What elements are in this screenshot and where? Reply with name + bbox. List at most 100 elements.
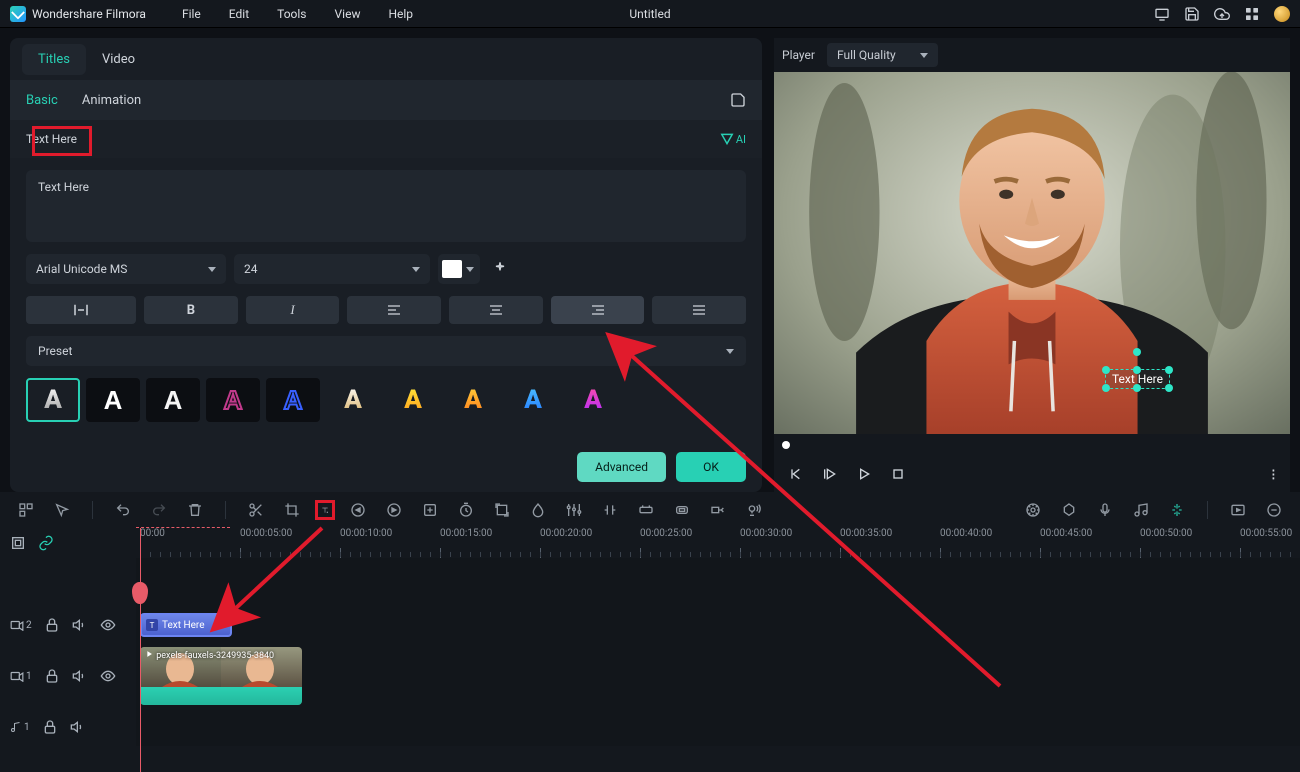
text-section-label: Text Here xyxy=(26,132,77,146)
visibility-icon[interactable] xyxy=(100,668,116,684)
bold-button[interactable]: B xyxy=(144,296,238,324)
layout-icon[interactable] xyxy=(16,500,36,520)
player-settings-icon[interactable]: ⁝ xyxy=(1271,465,1276,484)
preset-style-9[interactable]: A xyxy=(566,378,620,422)
preset-style-0[interactable]: A xyxy=(26,378,80,422)
undo-icon[interactable] xyxy=(113,500,133,520)
advanced-button[interactable]: Advanced xyxy=(577,452,666,482)
mixer-icon[interactable] xyxy=(1023,500,1043,520)
color-swatch xyxy=(442,260,462,278)
app-logo-icon xyxy=(10,6,26,22)
menu-tools[interactable]: Tools xyxy=(277,7,306,21)
keyframe-tool-icon[interactable] xyxy=(600,500,620,520)
track-collapse-icon[interactable] xyxy=(10,535,26,551)
font-family-select[interactable]: Arial Unicode MS xyxy=(26,254,226,284)
crop-zoom-icon[interactable] xyxy=(492,500,512,520)
play-pause-icon[interactable] xyxy=(822,466,838,482)
mute-icon[interactable] xyxy=(72,668,88,684)
chevron-down-icon xyxy=(920,53,928,58)
quality-select[interactable]: Full Quality xyxy=(827,43,938,67)
preset-style-5[interactable]: A xyxy=(326,378,380,422)
subtab-basic[interactable]: Basic xyxy=(26,93,58,108)
player-scrubber[interactable] xyxy=(774,434,1290,456)
cursor-icon[interactable] xyxy=(52,500,72,520)
text-overlay[interactable]: Text Here xyxy=(1105,369,1170,389)
user-avatar[interactable] xyxy=(1274,6,1290,22)
preset-style-6[interactable]: A xyxy=(386,378,440,422)
video-clip[interactable]: pexels-fauxels-3249935-3840 xyxy=(140,647,302,705)
ok-button[interactable]: OK xyxy=(676,452,746,482)
apps-icon[interactable] xyxy=(1244,6,1260,22)
screen-icon[interactable] xyxy=(1154,6,1170,22)
mute-icon[interactable] xyxy=(72,617,88,633)
title-text-input[interactable]: Text Here xyxy=(26,170,746,242)
voiceover-icon[interactable] xyxy=(744,500,764,520)
video-track-2-icon: 2 xyxy=(10,619,32,631)
zoom-out-icon[interactable] xyxy=(1264,500,1284,520)
preset-style-4[interactable]: A xyxy=(266,378,320,422)
crop-icon[interactable] xyxy=(282,500,302,520)
color-icon[interactable] xyxy=(528,500,548,520)
preset-style-7[interactable]: A xyxy=(446,378,500,422)
stop-icon[interactable] xyxy=(890,466,906,482)
play-icon[interactable] xyxy=(856,466,872,482)
save-icon[interactable] xyxy=(1184,6,1200,22)
preset-style-3[interactable]: A xyxy=(206,378,260,422)
font-size-select[interactable]: 24 xyxy=(234,254,430,284)
track-motion-icon[interactable] xyxy=(708,500,728,520)
audio-adjust-icon[interactable] xyxy=(564,500,584,520)
marker-icon[interactable] xyxy=(1059,500,1079,520)
freeze-frame-icon[interactable] xyxy=(420,500,440,520)
duration-icon[interactable] xyxy=(456,500,476,520)
delete-icon[interactable] xyxy=(185,500,205,520)
save-preset-icon[interactable] xyxy=(730,92,746,108)
menu-view[interactable]: View xyxy=(335,7,361,21)
lock-icon[interactable] xyxy=(44,668,60,684)
title-editor-panel: Titles Video Basic Animation Text Here A… xyxy=(10,38,762,492)
lock-icon[interactable] xyxy=(42,719,58,735)
speed-icon[interactable] xyxy=(384,500,404,520)
preset-dropdown[interactable]: Preset xyxy=(26,336,746,366)
align-justify-button[interactable] xyxy=(652,296,746,324)
tab-titles[interactable]: Titles xyxy=(22,44,86,75)
split-icon[interactable] xyxy=(246,500,266,520)
lock-icon[interactable] xyxy=(44,617,60,633)
align-left-button[interactable] xyxy=(347,296,441,324)
subtab-animation[interactable]: Animation xyxy=(82,93,141,108)
prev-frame-icon[interactable] xyxy=(788,466,804,482)
char-spacing-button[interactable] xyxy=(26,296,136,324)
music-icon[interactable] xyxy=(1131,500,1151,520)
title-bar: Wondershare Filmora File Edit Tools View… xyxy=(0,0,1300,28)
record-icon[interactable] xyxy=(1095,500,1115,520)
render-icon[interactable] xyxy=(1228,500,1248,520)
video-preview[interactable]: Text Here xyxy=(774,72,1290,434)
chevron-down-icon xyxy=(412,267,420,272)
tab-video[interactable]: Video xyxy=(86,44,151,75)
preset-style-1[interactable]: A xyxy=(86,378,140,422)
preset-style-2[interactable]: A xyxy=(146,378,200,422)
eyedropper-icon[interactable] xyxy=(488,257,512,281)
align-right-button[interactable] xyxy=(551,296,645,324)
italic-button[interactable]: I xyxy=(246,296,340,324)
menu-edit[interactable]: Edit xyxy=(229,7,249,21)
align-center-button[interactable] xyxy=(449,296,543,324)
font-color-picker[interactable] xyxy=(438,254,480,284)
link-tool-icon[interactable] xyxy=(672,500,692,520)
ai-icon[interactable]: AI xyxy=(720,132,746,146)
mask-icon[interactable] xyxy=(636,500,656,520)
mute-icon[interactable] xyxy=(70,719,86,735)
menu-help[interactable]: Help xyxy=(388,7,413,21)
menu-file[interactable]: File xyxy=(182,7,201,21)
title-clip[interactable]: T Text Here xyxy=(140,613,232,637)
text-tool-icon[interactable] xyxy=(315,500,335,520)
player-label: Player xyxy=(782,48,815,62)
chevron-down-icon xyxy=(466,267,474,272)
menu-bar: File Edit Tools View Help xyxy=(182,7,413,21)
preset-style-8[interactable]: A xyxy=(506,378,560,422)
cloud-icon[interactable] xyxy=(1214,6,1230,22)
visibility-icon[interactable] xyxy=(100,617,116,633)
redo-icon[interactable] xyxy=(149,500,169,520)
link-track-icon[interactable] xyxy=(38,535,54,551)
speed-reverse-icon[interactable] xyxy=(348,500,368,520)
snap-icon[interactable] xyxy=(1167,500,1187,520)
